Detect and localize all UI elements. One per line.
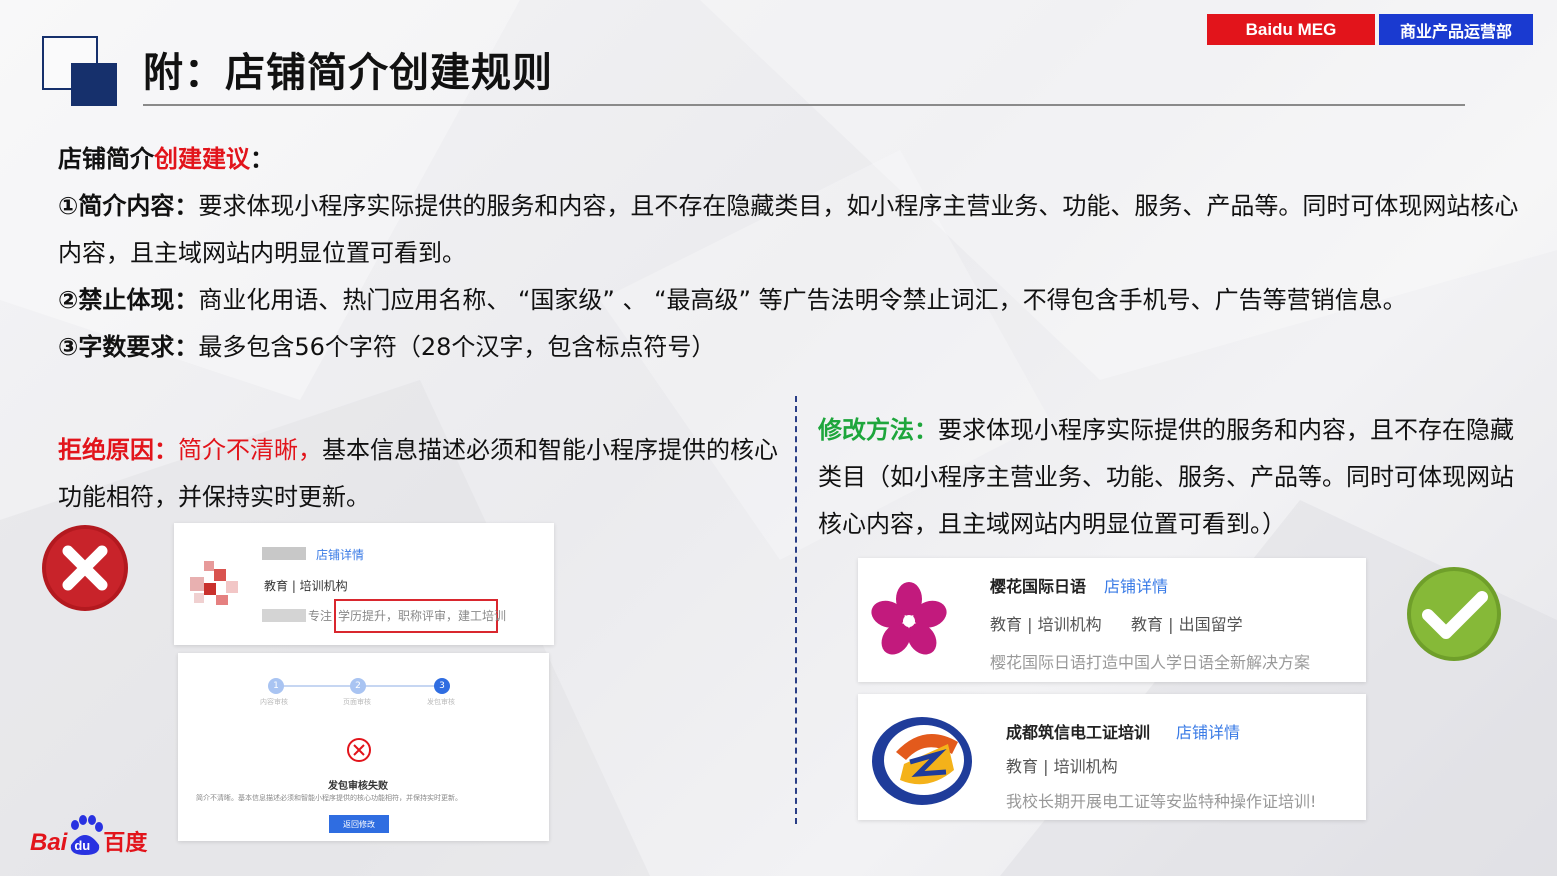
suggestion-item-3: ③字数要求：最多包含56个字符（28个汉字，包含标点符号） (58, 324, 1538, 371)
creation-suggestions: 店铺简介创建建议： ①简介内容：要求体现小程序实际提供的服务和内容，且不存在隐藏… (58, 136, 1538, 371)
store-category: 教育 | 培训机构 (264, 579, 348, 593)
heading-suffix: ： (250, 145, 274, 173)
store-detail-link[interactable]: 店铺详情 (1104, 573, 1168, 597)
blurred-desc (262, 609, 306, 622)
fail-title: 发包审核失败 (328, 781, 388, 792)
item2-label: ②禁止体现： (58, 286, 199, 314)
step-1: 1 (268, 678, 284, 694)
store-category-1: 教育 | 培训机构 (1006, 757, 1118, 776)
blurred-logo-icon (190, 561, 238, 605)
logo-paw-text: du (74, 838, 91, 853)
suggestion-item-1: ①简介内容：要求体现小程序实际提供的服务和内容，且不存在隐藏类目，如小程序主营业… (58, 183, 1538, 277)
reject-reason-short: 简介不清晰， (178, 436, 322, 464)
item3-label: ③字数要求： (58, 333, 199, 361)
logo-text-left: Bai (30, 829, 68, 856)
bad-sample-review-card: 1 2 3 内容审核 页面审核 发包审核 发包审核失败 简介不清晰。基本信息描述… (178, 653, 549, 841)
step-2: 2 (350, 678, 366, 694)
baidu-meg-tag: Baidu MEG (1207, 14, 1375, 45)
approve-check-icon (1407, 567, 1501, 661)
sakura-logo-icon (871, 582, 947, 655)
item3-text: 最多包含56个字符（28个汉字，包含标点符号） (198, 333, 716, 361)
store-category-2: 教育 | 出国留学 (1131, 615, 1243, 634)
store-category-1: 教育 | 培训机构 (990, 615, 1102, 634)
bad-sample-store-card: 店铺详情 教育 | 培训机构 专注 学历提升，职称评审，建工培训 (174, 523, 554, 645)
baidu-logo: Bai du 百度 (30, 815, 147, 857)
store-name: 樱花国际日语 (990, 577, 1087, 596)
store-detail-link[interactable]: 店铺详情 (316, 546, 364, 563)
suggestions-heading: 店铺简介创建建议： (58, 136, 1538, 183)
good-sample-card-1: 樱花国际日语 店铺详情 教育 | 培训机构 教育 | 出国留学 樱花国际日语打造… (858, 558, 1366, 682)
fail-icon (347, 738, 371, 762)
logo-text-right: 百度 (103, 831, 148, 856)
suggestion-item-2: ②禁止体现：商业化用语、热门应用名称、 “国家级” 、 “最高级” 等广告法明令… (58, 277, 1538, 324)
store-description: 樱花国际日语打造中国人学日语全新解决方案 (990, 653, 1311, 672)
store-description: 我校长期开展电工证等安监特种操作证培训! (1006, 792, 1317, 811)
title-decoration-fill (71, 63, 117, 106)
fail-text: 简介不清晰。基本信息描述必须和智能小程序提供的核心功能相符，并保持实时更新。 (196, 794, 462, 802)
heading-prefix: 店铺简介 (58, 145, 154, 173)
reject-label: 拒绝原因： (58, 436, 178, 464)
page-title: 附：店铺简介创建规则 (143, 50, 553, 96)
step-3: 3 (434, 678, 450, 694)
section-divider (795, 396, 797, 824)
step-2-label: 页面审核 (343, 698, 371, 706)
item2-text: 商业化用语、热门应用名称、 “国家级” 、 “最高级” 等广告法明令禁止词汇，不… (198, 286, 1407, 314)
store-detail-link[interactable]: 店铺详情 (1176, 719, 1240, 743)
desc-prefix: 专注 (308, 609, 333, 623)
step-3-label: 发包审核 (427, 698, 455, 706)
store-name: 成都筑信电工证培训 (1006, 723, 1151, 742)
blurred-name (262, 547, 306, 560)
department-tag: 商业产品运营部 (1379, 14, 1533, 45)
heading-highlight: 创建建议 (154, 145, 250, 173)
reject-reason: 拒绝原因：简介不清晰，基本信息描述必须和智能小程序提供的核心功能相符，并保持实时… (58, 427, 788, 521)
reject-cross-icon (42, 525, 128, 611)
desc-highlight: 学历提升，职称评审，建工培训 (338, 609, 507, 623)
item1-text: 要求体现小程序实际提供的服务和内容，且不存在隐藏类目，如小程序主营业务、功能、服… (58, 192, 1519, 267)
return-modify-button[interactable]: 返回修改 (329, 815, 389, 833)
zhuxin-logo-icon (872, 717, 972, 805)
title-divider (143, 104, 1465, 106)
item1-label: ①简介内容： (58, 192, 199, 220)
step-1-label: 内容审核 (260, 698, 288, 706)
fix-label: 修改方法： (818, 416, 938, 444)
good-sample-card-2: 成都筑信电工证培训 店铺详情 教育 | 培训机构 我校长期开展电工证等安监特种操… (858, 694, 1366, 820)
paw-icon: du (67, 815, 104, 857)
fix-method: 修改方法：要求体现小程序实际提供的服务和内容，且不存在隐藏类目（如小程序主营业务… (818, 407, 1538, 548)
